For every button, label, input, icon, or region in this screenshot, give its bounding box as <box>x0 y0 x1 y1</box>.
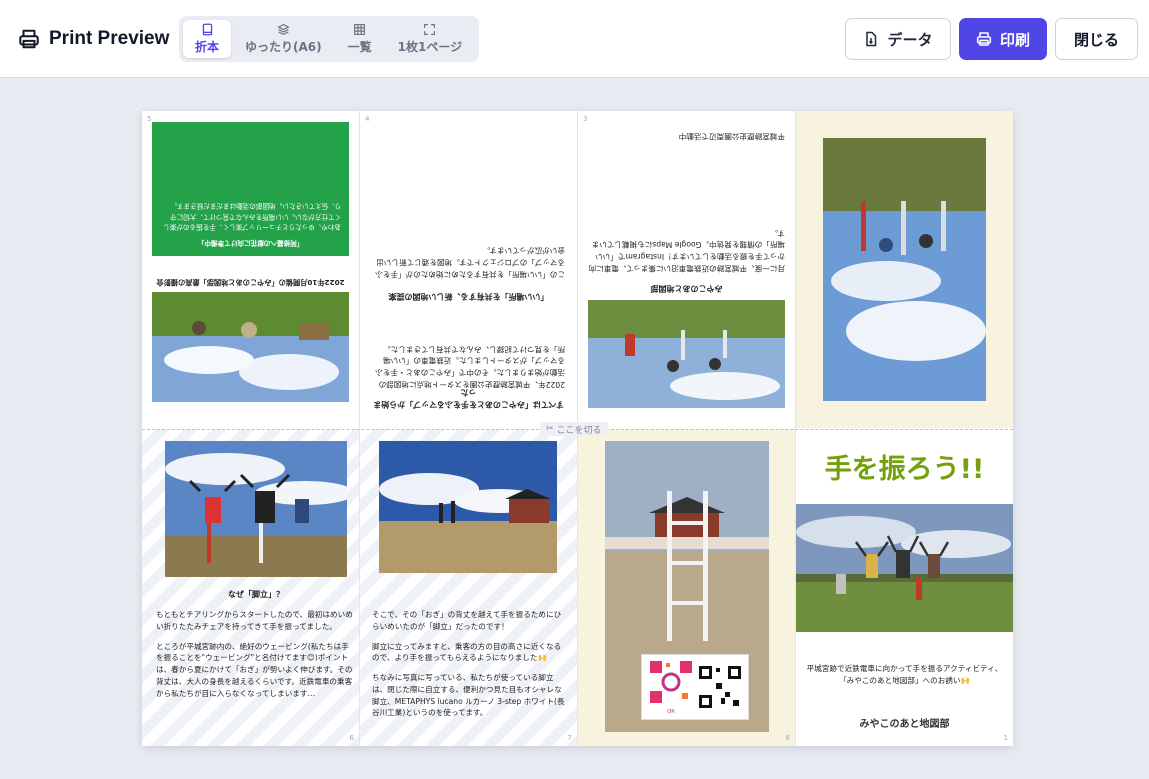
cover-title: 手を振ろう!! <box>824 454 985 485</box>
page-2-content <box>796 111 1013 428</box>
page-1-cover: 手を振ろう!! 平城宮跡で近鉄電車に向かって手を振るアクティビティ、「みやこのあ… <box>796 429 1013 746</box>
page-6-paragraph: もともとチアリングからスタートしたので、最初はめいめい折りたたみチェアを持ってき… <box>156 610 353 631</box>
view-mode-switcher: 折本 ゆったり(A6) 一覧 1枚1ページ <box>179 16 479 62</box>
page-number: 3 <box>583 115 588 123</box>
page-5: 2022年10月開催の「みやこのあと地図部」最高の撮影会 「阿修羅への献花に向け… <box>142 111 359 428</box>
page-7-paragraph: そこで、その「おぎ」の背丈を越えて手を振るためにひらいめいたのが「脚立」だったの… <box>372 610 562 631</box>
scissors-icon: ✂ <box>546 424 554 434</box>
photo-group-waving-riverbank <box>796 504 1013 632</box>
toolbar: Print Preview 折本 ゆったり(A6) 一覧 1枚1ページ データ … <box>0 0 1149 78</box>
page-7-paragraph: 脚立に立ってみますと、乗客の方の目の高さに近くなるので、より手を振ってもらえるよ… <box>372 641 562 663</box>
cut-label-text: ここを切る <box>556 425 602 436</box>
page-6: なぜ「脚立」？ もともとチアリングからスタートしたので、最初はめいめい折りたたみ… <box>142 429 359 746</box>
page-3-heading: みやこのあと地図部 <box>650 284 723 293</box>
mode-booklet[interactable]: 折本 <box>183 20 232 58</box>
close-button-label: 閉じる <box>1073 30 1119 49</box>
page-number: 6 <box>349 734 354 742</box>
cover-club-name: みやこのあと地図部 <box>859 719 950 730</box>
page-8: QR 8 <box>578 429 795 746</box>
page-4-content: すべては「みやこのあとを手をふるマップ」から始まった 2022年、平城宮跡歴史公… <box>360 111 577 428</box>
expand-icon <box>424 24 436 35</box>
page-number: 8 <box>785 734 790 742</box>
page-3: みやこのあと地図部 月に一度、平城宮跡の近鉄電車沿いに集まって、電車に向かって手… <box>578 111 795 428</box>
cut-here-label: ✂ ここを切る <box>540 422 608 436</box>
page-3-body: 月に一度、平城宮跡の近鉄電車沿いに集まって、電車に向かって手を振る活動をしていま… <box>588 228 785 273</box>
page-number: 5 <box>147 115 152 123</box>
mode-label: 1枚1ページ <box>397 40 463 54</box>
page-7-body: そこで、その「おぎ」の背丈を越えて手を振るためにひらいめいたのが「脚立」だったの… <box>372 609 568 727</box>
page-5-caption: 2022年10月開催の「みやこのあと地図部」最高の撮影会 <box>156 278 345 287</box>
page-5-green-box: 「阿修羅への献花に向けて準備中」 あわや、ゆったりとチューリップ楽しく、手を振る… <box>152 122 349 256</box>
page-number: 7 <box>567 734 572 742</box>
printer-icon <box>976 32 992 46</box>
printer-icon <box>19 29 39 49</box>
page-6-body: もともとチアリングからスタートしたので、最初はめいめい折りたたみチェアを持ってき… <box>156 609 356 707</box>
page-4-body-1: 2022年、平城宮跡歴史公園をスタート地点に地図部の活動が始まりました。その中で… <box>375 344 565 389</box>
mode-label: 折本 <box>195 40 220 54</box>
page-3-footer: 平城宮跡歴史公園周辺で活動中 <box>678 132 785 141</box>
page-6-heading: なぜ「脚立」？ <box>228 590 284 599</box>
close-button[interactable]: 閉じる <box>1055 18 1138 60</box>
qr-codes: QR <box>641 654 749 720</box>
page-7-paragraph: ちなみに写真に写っている、私たちが使っている脚立は、閉じた際に自立する、便利かつ… <box>372 673 565 718</box>
mode-list[interactable]: 一覧 <box>336 20 384 58</box>
layers-icon <box>277 23 290 36</box>
mode-label: ゆったり(A6) <box>245 40 322 54</box>
brand: Print Preview <box>18 24 169 54</box>
page-6-paragraph: ところが平城宮跡内の、絶好のウェービング(私たちは手を振ることを"ウェービング"… <box>156 641 353 698</box>
photo-people-on-ladders <box>165 441 347 577</box>
mode-one-per-sheet[interactable]: 1枚1ページ <box>386 20 474 58</box>
print-button[interactable]: 印刷 <box>959 18 1047 60</box>
data-button-label: データ <box>887 30 933 49</box>
page-4: すべては「みやこのあとを手をふるマップ」から始まった 2022年、平城宮跡歴史公… <box>360 111 577 428</box>
booklet-icon <box>202 23 212 36</box>
mode-spacious-a6[interactable]: ゆったり(A6) <box>233 20 334 58</box>
page-3-content: みやこのあと地図部 月に一度、平城宮跡の近鉄電車沿いに集まって、電車に向かって手… <box>578 111 795 428</box>
page-2 <box>796 111 1013 428</box>
page-title: Print Preview <box>49 28 170 49</box>
map-qr-icon <box>696 664 743 710</box>
page-4-body-2: この「いい場所」を共有するために始めたのが「手をふるマップ」のプロジェクトです。… <box>375 246 565 279</box>
photo-ladders-sky <box>823 138 986 401</box>
grid-icon <box>354 24 366 35</box>
cover-description: 平城宮跡で近鉄電車に向かって手を振るアクティビティ、「みやこのあと地図部」へのお… <box>806 664 1003 685</box>
page-number: 4 <box>365 115 370 123</box>
data-button[interactable]: データ <box>845 18 951 60</box>
green-box-title: 「阿修羅への献花に向けて準備中」 <box>197 239 304 247</box>
print-button-label: 印刷 <box>999 30 1030 49</box>
file-data-icon <box>866 31 877 47</box>
page-4-heading-2: 「いい場所」を共有する、新しい地図の提案 <box>388 292 549 301</box>
photo-riverbank-group <box>152 292 349 402</box>
photo-stepladders-waving <box>588 300 785 408</box>
mode-label: 一覧 <box>347 40 372 54</box>
page-number: 1 <box>1003 734 1008 742</box>
green-box-body: あわや、ゆったりとチューリップ楽しく、手を振るのが楽しくて仕方がない。いい場所を… <box>163 202 341 232</box>
page-7: そこで、その「おぎ」の背丈を越えて手を振るためにひらいめいたのが「脚立」だったの… <box>360 429 577 746</box>
page-5-content: 2022年10月開催の「みやこのあと地図部」最高の撮影会 「阿修羅への献花に向け… <box>142 111 359 428</box>
instagram-qr-icon: QR <box>647 659 694 715</box>
photo-palace-gate <box>379 441 557 573</box>
svg-text:QR: QR <box>667 709 675 715</box>
booklet-sheet: 2022年10月開催の「みやこのあと地図部」最高の撮影会 「阿修羅への献花に向け… <box>142 111 1013 746</box>
